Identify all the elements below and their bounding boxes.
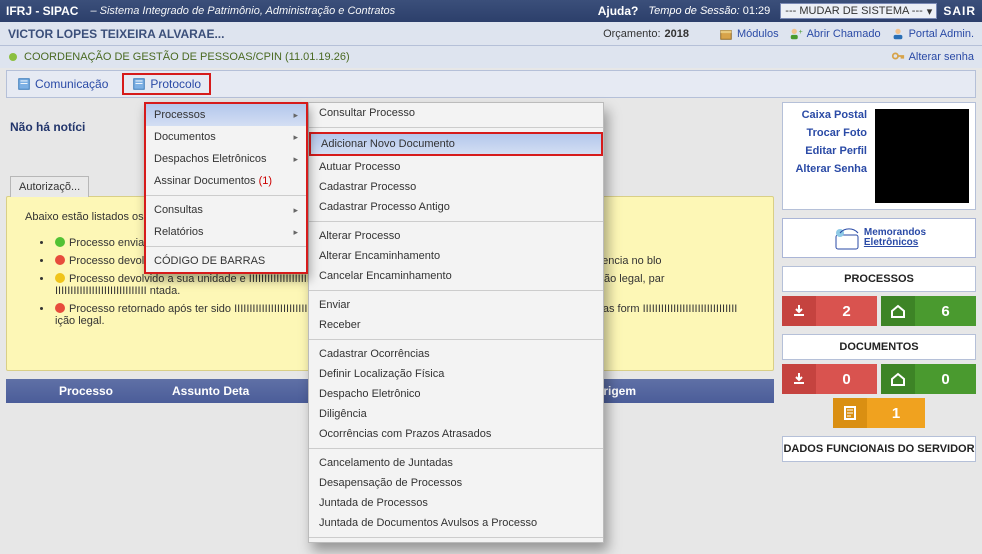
admin-icon	[891, 27, 905, 41]
section-processos-title: PROCESSOS	[782, 266, 976, 292]
logout-link[interactable]: SAIR	[943, 4, 976, 18]
help-link[interactable]: Ajuda?	[598, 4, 639, 18]
stat-docs-home[interactable]: 0	[881, 364, 976, 394]
document-icon	[833, 398, 867, 428]
memo-icon	[832, 223, 862, 253]
mi-consultar-processo[interactable]: Consultar Processo	[309, 103, 603, 123]
user-plus-icon: +	[789, 27, 803, 41]
submenu-despachos[interactable]: Despachos Eletrônicos▸	[146, 148, 306, 170]
mi-enviar[interactable]: Enviar	[309, 295, 603, 315]
download-icon	[782, 296, 816, 326]
mi-despacho-eletronico[interactable]: Despacho Eletrônico	[309, 384, 603, 404]
user-name: VICTOR LOPES TEIXEIRA ALVARAE...	[8, 27, 224, 41]
chevron-right-icon: ▸	[293, 132, 298, 143]
menu-comunicacao[interactable]: Comunicação	[9, 75, 116, 93]
submenu-documentos[interactable]: Documentos▸	[146, 126, 306, 148]
session-label: Tempo de Sessão: 01:29	[648, 5, 770, 17]
mi-diligencia[interactable]: Diligência	[309, 404, 603, 424]
protocolo-submenu: Processos▸ Documentos▸ Despachos Eletrôn…	[144, 102, 308, 274]
chevron-right-icon: ▸	[293, 227, 298, 238]
budget-year: 2018	[665, 28, 689, 40]
chevron-right-icon: ▸	[293, 154, 298, 165]
open-ticket-link[interactable]: + Abrir Chamado	[789, 27, 881, 41]
section-dados-title: DADOS FUNCIONAIS DO SERVIDOR	[782, 436, 976, 462]
mi-juntada-documentos[interactable]: Juntada de Documentos Avulsos a Processo	[309, 513, 603, 533]
unit-icon	[8, 52, 18, 62]
th-origem: Origem	[594, 384, 774, 398]
memorandos-box[interactable]: Memorandos Eletrônicos	[782, 218, 976, 258]
submenu-codigo-barras[interactable]: CÓDIGO DE BARRAS	[146, 250, 306, 272]
profile-box: Caixa Postal Trocar Foto Editar Perfil A…	[782, 102, 976, 210]
status-dot-yellow-icon	[55, 273, 65, 283]
menu-strip: Comunicação Protocolo	[6, 70, 976, 98]
package-icon	[719, 27, 733, 41]
home-icon	[881, 364, 915, 394]
change-password-link[interactable]: Alterar senha	[891, 49, 974, 66]
tab-autorizacoes[interactable]: Autorizaçõ...	[10, 176, 89, 197]
stat-docs-in[interactable]: 0	[782, 364, 877, 394]
mi-alterar-processo[interactable]: Alterar Processo	[309, 226, 603, 246]
brand-subtitle: – Sistema Integrado de Patrimônio, Admin…	[90, 5, 395, 17]
submenu-processos[interactable]: Processos▸	[146, 104, 306, 126]
mi-alterar-encaminhamento[interactable]: Alterar Encaminhamento	[309, 246, 603, 266]
submenu-consultas[interactable]: Consultas▸	[146, 199, 306, 221]
mi-adicionar-novo-documento[interactable]: Adicionar Novo Documento	[309, 132, 603, 156]
home-icon	[881, 296, 915, 326]
stat-pending[interactable]: 1	[833, 398, 925, 428]
key-icon	[891, 49, 905, 66]
stat-processes-in[interactable]: 2	[782, 296, 877, 326]
chevron-right-icon: ▸	[293, 110, 298, 121]
chevron-right-icon: ▸	[293, 205, 298, 216]
budget-label: Orçamento:	[603, 28, 660, 40]
mi-receber[interactable]: Receber	[309, 315, 603, 335]
submenu-assinar[interactable]: Assinar Documentos (1)	[146, 170, 306, 192]
status-dot-red-icon	[55, 255, 65, 265]
mi-desapensacao[interactable]: Desapensação de Processos	[309, 473, 603, 493]
subheader-unit: COORDENAÇÃO DE GESTÃO DE PESSOAS/CPIN (1…	[0, 46, 982, 68]
stat-processes-home[interactable]: 6	[881, 296, 976, 326]
processos-submenu: Consultar Processo Adicionar Novo Docume…	[308, 102, 604, 543]
subheader-user: VICTOR LOPES TEIXEIRA ALVARAE... Orçamen…	[0, 22, 982, 46]
book-icon	[17, 77, 31, 91]
status-dot-green-icon	[55, 237, 65, 247]
portal-admin-link[interactable]: Portal Admin.	[891, 27, 974, 41]
brand-label: IFRJ - SIPAC	[6, 4, 78, 18]
link-editar-perfil[interactable]: Editar Perfil	[789, 145, 867, 157]
mi-ocorrencias-prazos[interactable]: Ocorrências com Prazos Atrasados	[309, 424, 603, 444]
mi-juntada-processos[interactable]: Juntada de Processos	[309, 493, 603, 513]
system-switch-dropdown[interactable]: --- MUDAR DE SISTEMA --- ▾	[780, 3, 937, 19]
submenu-relatorios[interactable]: Relatórios▸	[146, 221, 306, 243]
th-processo: Processo	[6, 384, 166, 398]
link-caixa-postal[interactable]: Caixa Postal	[789, 109, 867, 121]
section-documentos-title: DOCUMENTOS	[782, 334, 976, 360]
menu-protocolo[interactable]: Protocolo	[122, 73, 211, 95]
mi-cancelamento-juntadas[interactable]: Cancelamento de Juntadas	[309, 453, 603, 473]
top-bar: IFRJ - SIPAC – Sistema Integrado de Patr…	[0, 0, 982, 22]
download-icon	[782, 364, 816, 394]
book2-icon	[132, 77, 146, 91]
svg-text:+: +	[798, 29, 802, 36]
status-dot-red2-icon	[55, 303, 65, 313]
mi-cadastrar-processo[interactable]: Cadastrar Processo	[309, 177, 603, 197]
mi-autuar-processo[interactable]: Autuar Processo	[309, 157, 603, 177]
link-trocar-foto[interactable]: Trocar Foto	[789, 127, 867, 139]
mi-cadastrar-processo-antigo[interactable]: Cadastrar Processo Antigo	[309, 197, 603, 217]
mi-definir-localizacao[interactable]: Definir Localização Física	[309, 364, 603, 384]
modules-link[interactable]: Módulos	[719, 27, 779, 41]
mi-cancelar-encaminhamento[interactable]: Cancelar Encaminhamento	[309, 266, 603, 286]
unit-label: COORDENAÇÃO DE GESTÃO DE PESSOAS/CPIN (1…	[24, 51, 350, 63]
avatar	[875, 109, 969, 203]
mi-cadastrar-ocorrencias[interactable]: Cadastrar Ocorrências	[309, 344, 603, 364]
link-alterar-senha[interactable]: Alterar Senha	[789, 163, 867, 175]
